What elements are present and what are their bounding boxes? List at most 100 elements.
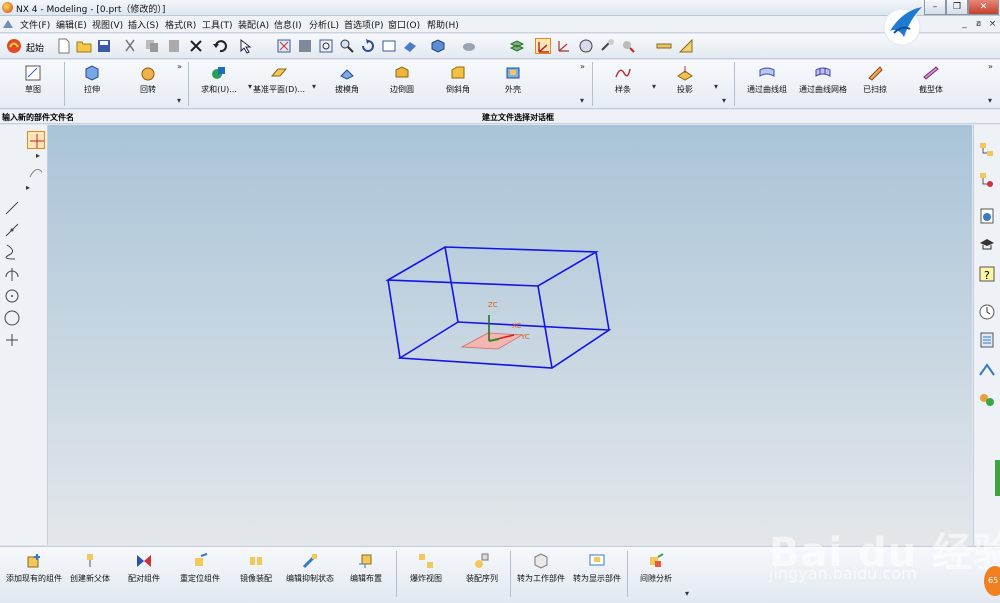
fit-view-icon[interactable] xyxy=(276,38,292,54)
line-point-icon[interactable] xyxy=(3,221,21,239)
extrude-button[interactable]: 拉伸 xyxy=(63,60,121,108)
sketch-button[interactable]: 草图 xyxy=(4,60,62,108)
arc-icon[interactable] xyxy=(3,265,21,283)
new-file-icon[interactable] xyxy=(56,38,72,54)
section-body-button[interactable]: 截型体 xyxy=(902,60,960,108)
dropdown-arrow-icon[interactable]: ▾ xyxy=(312,82,316,91)
menu-assembly[interactable]: 装配(A) xyxy=(238,18,269,31)
toolbar-overflow-icon[interactable]: » xyxy=(177,62,182,71)
graphics-window[interactable]: ZC YC XC xyxy=(48,125,972,545)
menu-info[interactable]: 信息(I) xyxy=(274,18,302,31)
zoom-icon[interactable] xyxy=(318,38,334,54)
point-constructor-icon[interactable] xyxy=(27,163,45,181)
csys-icon[interactable] xyxy=(556,38,572,54)
layer-icon[interactable] xyxy=(509,38,525,54)
menu-insert[interactable]: 插入(S) xyxy=(128,18,159,31)
part-navigator-icon[interactable] xyxy=(978,171,996,189)
wcs-icon[interactable] xyxy=(535,38,551,54)
magnifier-icon[interactable] xyxy=(339,38,355,54)
dropdown-arrow-icon[interactable]: ▾ xyxy=(988,96,992,105)
unite-button[interactable]: 求和(U)... xyxy=(190,60,248,108)
start-label[interactable]: 起始 xyxy=(26,41,44,54)
sketch-snap-icon[interactable] xyxy=(27,131,45,149)
delete-icon[interactable] xyxy=(188,38,204,54)
menu-help[interactable]: 帮助(H) xyxy=(427,18,459,31)
paste-icon[interactable] xyxy=(166,38,182,54)
edge-blend-button[interactable]: 边倒圆 xyxy=(373,60,431,108)
work-part-button[interactable]: 转为工作部件 xyxy=(509,549,573,601)
dropdown-arrow-icon[interactable]: ▾ xyxy=(685,589,689,598)
start-icon[interactable] xyxy=(6,38,22,54)
shell-button[interactable]: 外壳 xyxy=(484,60,542,108)
cut-icon[interactable] xyxy=(122,38,138,54)
mdi-close-button[interactable]: × xyxy=(986,18,999,30)
revolve-button[interactable]: 回转 xyxy=(119,60,177,108)
block-wireframe[interactable] xyxy=(385,246,612,369)
menu-file[interactable]: 文件(F) xyxy=(20,18,50,31)
system-materials-icon[interactable] xyxy=(978,391,996,409)
undo-icon[interactable] xyxy=(212,38,228,54)
open-folder-icon[interactable] xyxy=(76,38,92,54)
line-icon[interactable] xyxy=(3,199,21,217)
expand-arrow-icon[interactable]: ▸ xyxy=(36,151,40,160)
mdi-restore-button[interactable]: ฮ xyxy=(972,18,985,30)
suppression-button[interactable]: 编辑抑制状态 xyxy=(278,549,342,601)
web-browser-icon[interactable] xyxy=(978,361,996,379)
clock-icon[interactable] xyxy=(978,303,996,321)
menu-format[interactable]: 格式(R) xyxy=(165,18,196,31)
mdi-minimize-button[interactable]: _ xyxy=(958,18,971,30)
point-icon[interactable] xyxy=(3,331,21,349)
assembly-navigator-icon[interactable] xyxy=(978,141,996,159)
sequence-button[interactable]: 装配序列 xyxy=(450,549,514,601)
ruler-icon[interactable] xyxy=(656,38,672,54)
expand-arrow-icon[interactable]: ▸ xyxy=(26,183,30,192)
pan-icon[interactable] xyxy=(381,38,397,54)
chamfer-button[interactable]: 倒斜角 xyxy=(429,60,487,108)
draft-button[interactable]: 拔模角 xyxy=(318,60,376,108)
menu-preferences[interactable]: 首选项(P) xyxy=(344,18,383,31)
dropdown-arrow-icon[interactable]: ▾ xyxy=(714,82,718,91)
zoom-window-icon[interactable] xyxy=(297,38,313,54)
pin-icon[interactable] xyxy=(620,38,636,54)
circle-center-icon[interactable] xyxy=(3,287,21,305)
menu-window[interactable]: 窗口(O) xyxy=(388,18,420,31)
dropdown-arrow-icon[interactable]: ▾ xyxy=(722,96,726,105)
reposition-button[interactable]: 重定位组件 xyxy=(168,549,232,601)
nx-app-icon[interactable] xyxy=(2,2,13,13)
side-tab[interactable] xyxy=(995,460,1000,496)
close-button[interactable]: ✕ xyxy=(968,0,999,15)
shaded-view-icon[interactable] xyxy=(402,38,418,54)
save-icon[interactable] xyxy=(96,38,112,54)
datum-plane-button[interactable]: 基准平面(D)... xyxy=(250,60,308,108)
copy-icon[interactable] xyxy=(144,38,160,54)
displayed-part-button[interactable]: 转为显示部件 xyxy=(565,549,629,601)
toolbar-overflow-icon[interactable]: » xyxy=(580,62,585,71)
menu-edit[interactable]: 编辑(E) xyxy=(56,18,87,31)
clearance-button[interactable]: 间隙分析 xyxy=(624,549,688,601)
rotate-icon[interactable] xyxy=(360,38,376,54)
through-curves-button[interactable]: 通过曲线组 xyxy=(736,60,798,108)
orient-view-icon[interactable] xyxy=(461,38,477,54)
curve-icon[interactable] xyxy=(3,243,21,261)
menu-app-icon[interactable] xyxy=(2,18,14,30)
render-style-icon[interactable] xyxy=(430,38,446,54)
analysis-icon[interactable] xyxy=(578,38,594,54)
add-component-button[interactable]: 添加现有的组件 xyxy=(2,549,66,601)
menu-tools[interactable]: 工具(T) xyxy=(202,18,233,31)
help-icon[interactable]: ? xyxy=(978,265,996,283)
palette-icon[interactable] xyxy=(978,331,996,349)
circle-icon[interactable] xyxy=(3,309,21,327)
mate-component-button[interactable]: 配对组件 xyxy=(112,549,176,601)
arrangement-button[interactable]: 编辑布置 xyxy=(334,549,398,601)
menu-view[interactable]: 视图(V) xyxy=(92,18,123,31)
dropdown-arrow-icon[interactable]: ▾ xyxy=(580,96,584,105)
spline-button[interactable]: 样条 xyxy=(594,60,652,108)
history-icon[interactable] xyxy=(978,207,996,225)
feature-tool-icon[interactable] xyxy=(599,38,615,54)
roles-icon[interactable] xyxy=(978,235,996,253)
toolbar-overflow-icon[interactable]: » xyxy=(988,62,993,71)
selection-filter-icon[interactable] xyxy=(238,38,254,54)
menu-analysis[interactable]: 分析(L) xyxy=(309,18,339,31)
swept-button[interactable]: 已扫掠 xyxy=(846,60,904,108)
measure-icon[interactable] xyxy=(678,38,694,54)
